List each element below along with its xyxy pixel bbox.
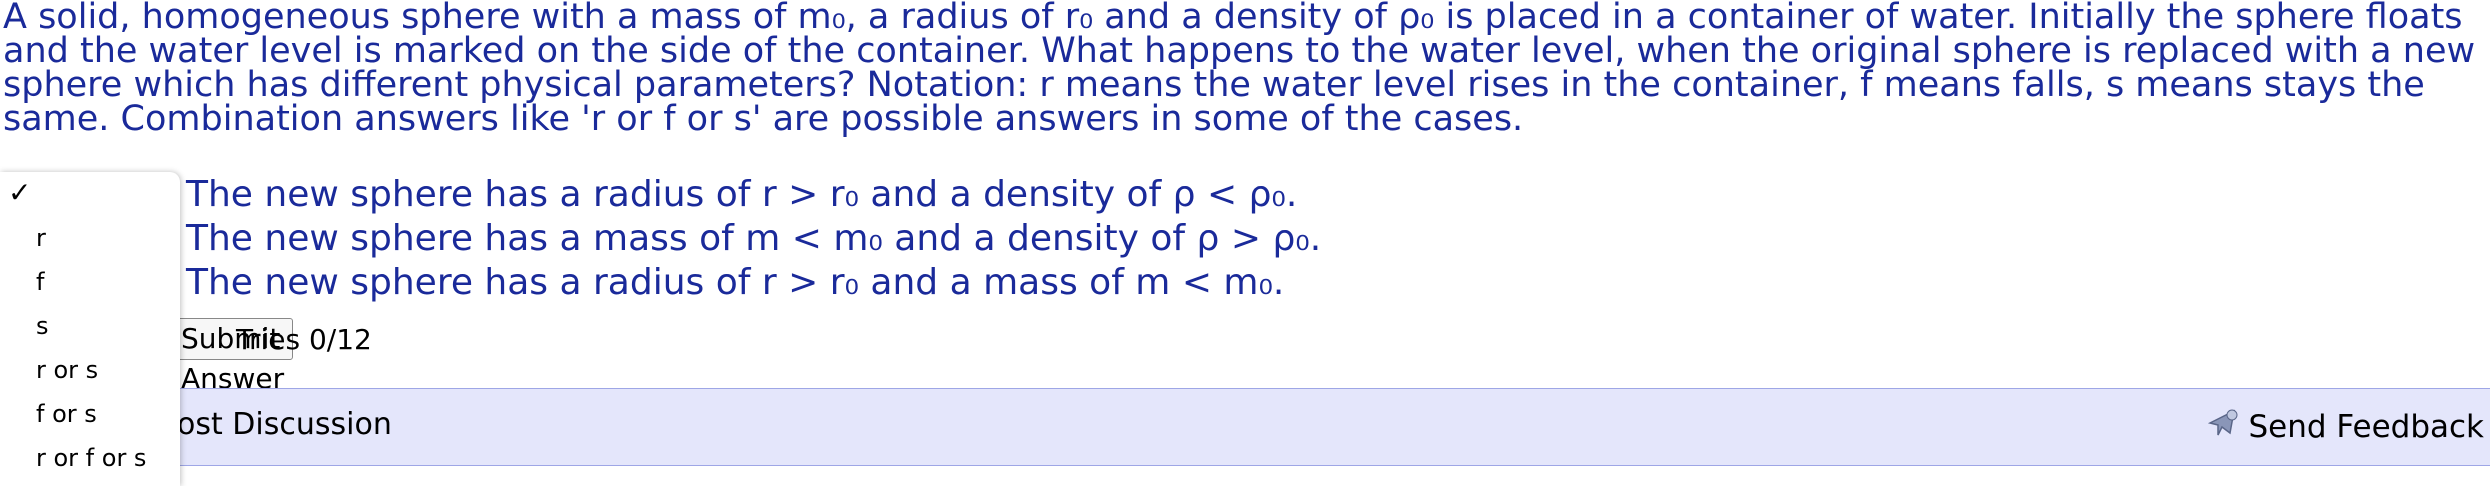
dropdown-option-f-or-s[interactable]: f or s	[0, 392, 180, 436]
answer-dropdown-menu[interactable]: ✓ r f s r or s f or s r or f or s	[0, 172, 180, 486]
send-feedback-label: Send Feedback	[2248, 409, 2484, 445]
item-2-text: The new sphere has a mass of m < m₀ and …	[186, 217, 1322, 259]
item-1: The new sphere has a radius of r > r₀ an…	[0, 172, 1297, 216]
dropdown-option-blank[interactable]: ✓	[0, 172, 180, 216]
dropdown-option-r-or-s[interactable]: r or s	[0, 348, 180, 392]
discussion-bar: Post Discussion Send Feedback	[0, 388, 2490, 466]
dropdown-option-f[interactable]: f	[0, 260, 180, 304]
item-2: The new sphere has a mass of m < m₀ and …	[0, 216, 1321, 260]
dropdown-option-s[interactable]: s	[0, 304, 180, 348]
item-3-text: The new sphere has a radius of r > r₀ an…	[186, 261, 1285, 303]
feedback-icon	[2204, 403, 2244, 451]
tries-counter: Tries 0/12	[236, 323, 372, 356]
question-text: A solid, homogeneous sphere with a mass …	[3, 0, 2476, 139]
dropdown-option-r[interactable]: r	[0, 216, 180, 260]
send-feedback-link[interactable]: Send Feedback	[2204, 403, 2484, 451]
checkmark-icon: ✓	[8, 176, 32, 209]
item-1-text: The new sphere has a radius of r > r₀ an…	[186, 173, 1298, 215]
dropdown-option-r-or-f-or-s[interactable]: r or f or s	[0, 436, 180, 480]
item-3: The new sphere has a radius of r > r₀ an…	[0, 260, 1284, 304]
